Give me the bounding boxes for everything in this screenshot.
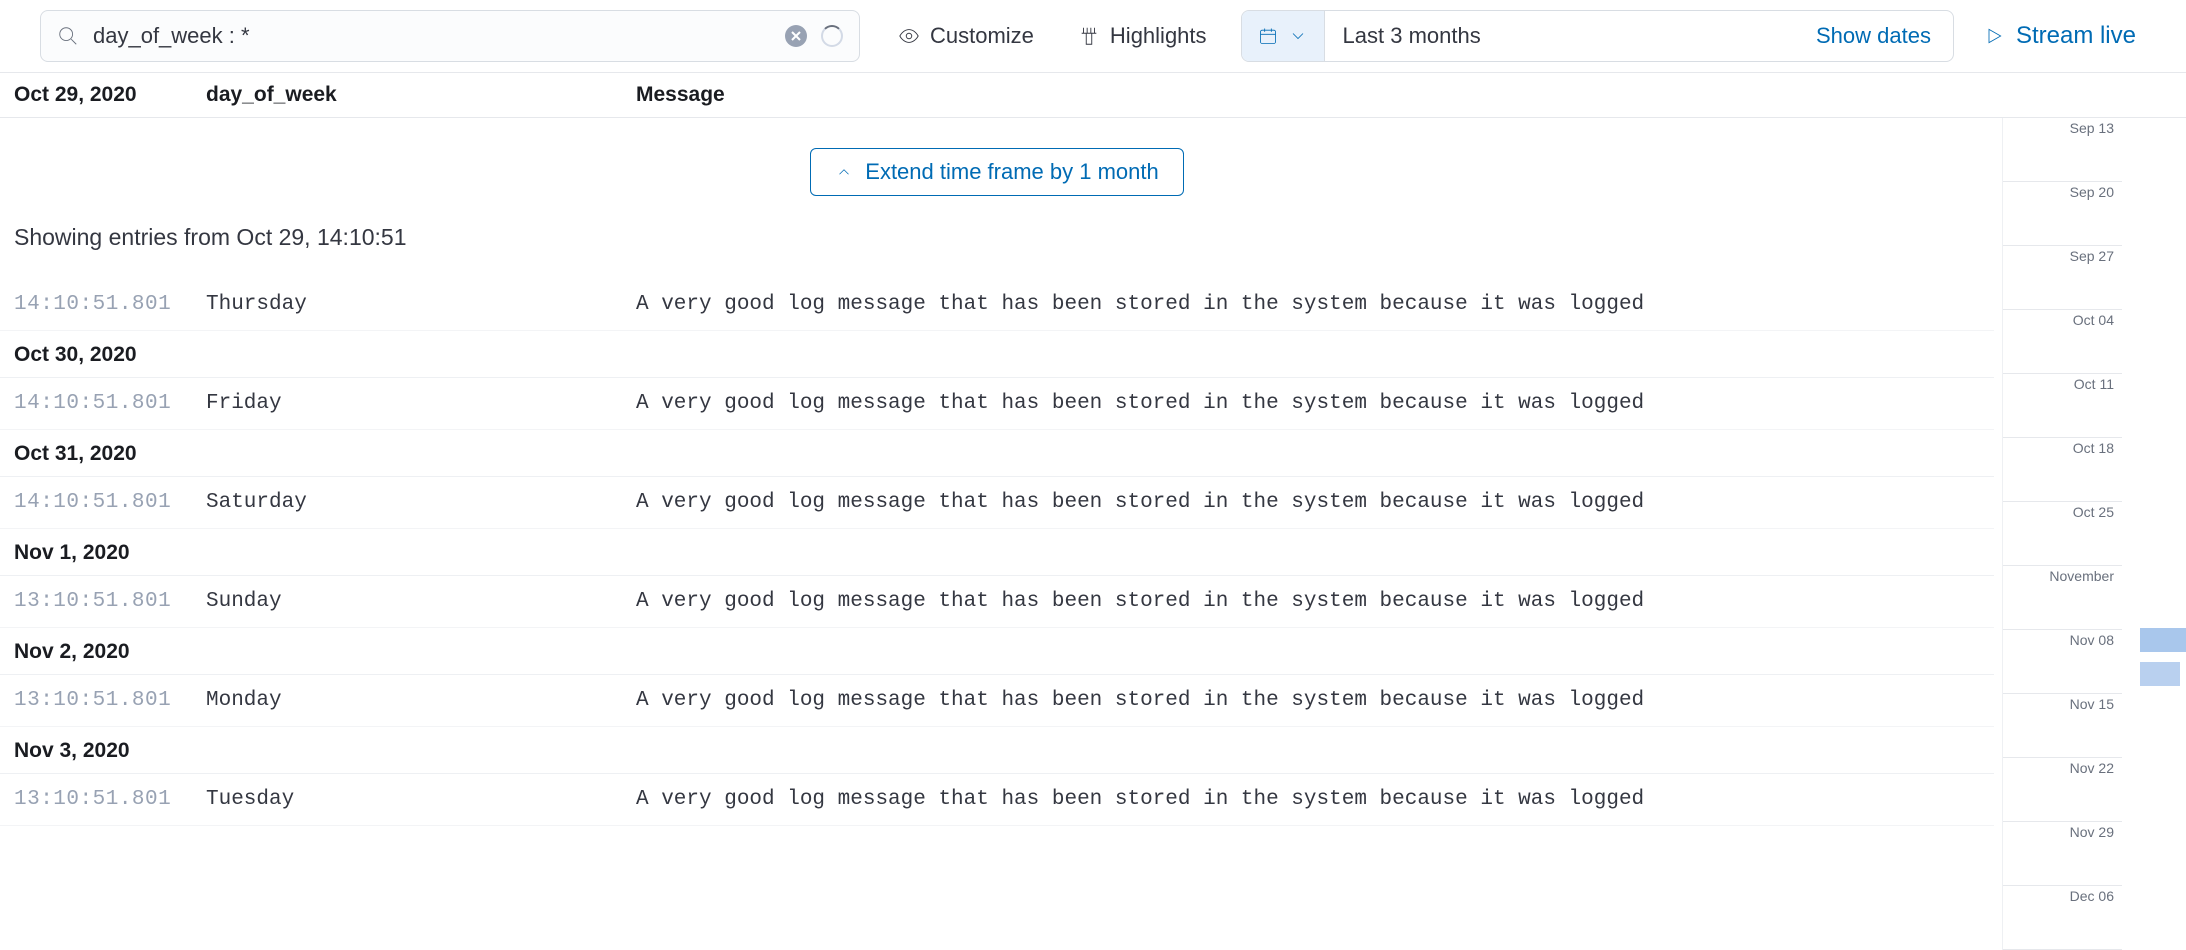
timeline-tick-label: Oct 25 <box>2069 504 2114 520</box>
play-icon <box>1984 26 2004 46</box>
timeline-tick[interactable]: Oct 25 <box>2003 502 2122 566</box>
log-pane: Extend time frame by 1 month Showing ent… <box>0 118 2002 950</box>
date-picker-button[interactable] <box>1242 11 1325 61</box>
log-day-of-week: Tuesday <box>206 788 636 811</box>
timeline-tick-label: Nov 08 <box>2066 632 2114 648</box>
log-timestamp: 14:10:51.801 <box>14 293 206 316</box>
log-row[interactable]: 13:10:51.801SundayA very good log messag… <box>0 576 1994 628</box>
log-day-of-week: Friday <box>206 392 636 415</box>
search-input[interactable] <box>93 23 771 49</box>
timeline-tick[interactable]: Sep 13 <box>2003 118 2122 182</box>
timeline-tick-label: Sep 13 <box>2066 120 2114 136</box>
activity-bar <box>2140 662 2180 686</box>
log-row[interactable]: 13:10:51.801TuesdayA very good log messa… <box>0 774 1994 826</box>
log-message: A very good log message that has been st… <box>636 392 1980 415</box>
extend-timeframe-label: Extend time frame by 1 month <box>865 159 1158 185</box>
activity-edge <box>2122 118 2186 950</box>
date-range-group: Last 3 months Show dates <box>1241 10 1954 62</box>
loading-spinner-icon <box>821 25 843 47</box>
activity-bar <box>2140 628 2186 652</box>
timeline-tick-label: Dec 06 <box>2066 888 2114 904</box>
extend-timeframe-wrap: Extend time frame by 1 month <box>0 118 1994 220</box>
log-timestamp: 14:10:51.801 <box>14 392 206 415</box>
col-header-time[interactable]: Oct 29, 2020 <box>14 83 206 107</box>
showing-entries-text: Showing entries from Oct 29, 14:10:51 <box>0 220 1994 279</box>
timeline-tick-label: Oct 04 <box>2069 312 2114 328</box>
toolbar-right-group: Customize Highlights Last 3 months Show … <box>876 10 2146 62</box>
log-message: A very good log message that has been st… <box>636 491 1980 514</box>
stream-live-button[interactable]: Stream live <box>1954 22 2146 50</box>
timeline-tick-label: Nov 29 <box>2066 824 2114 840</box>
timeline-tick-label: Sep 20 <box>2066 184 2114 200</box>
timeline-tick[interactable]: Sep 27 <box>2003 246 2122 310</box>
timeline-tick[interactable]: Nov 22 <box>2003 758 2122 822</box>
timeline-tick[interactable]: Nov 15 <box>2003 694 2122 758</box>
log-day-of-week: Monday <box>206 689 636 712</box>
timeline-tick[interactable]: Nov 08 <box>2003 630 2122 694</box>
search-field-wrap[interactable] <box>40 10 860 62</box>
timeline-tick-label: Nov 22 <box>2066 760 2114 776</box>
log-day-of-week: Saturday <box>206 491 636 514</box>
log-row[interactable]: 14:10:51.801SaturdayA very good log mess… <box>0 477 1994 529</box>
log-day-of-week: Sunday <box>206 590 636 613</box>
timeline-tick[interactable]: Oct 11 <box>2003 374 2122 438</box>
timeline-tick[interactable]: Oct 18 <box>2003 438 2122 502</box>
clear-search-icon[interactable] <box>785 25 807 47</box>
timeline-tick[interactable]: Oct 04 <box>2003 310 2122 374</box>
customize-label: Customize <box>930 23 1034 49</box>
timeline-minimap[interactable]: Sep 13 Sep 20 Sep 27 Oct 04 Oct 11 Oct 18 Oct … <box>2002 118 2122 950</box>
log-message: A very good log message that has been st… <box>636 590 1980 613</box>
log-row[interactable]: 13:10:51.801MondayA very good log messag… <box>0 675 1994 727</box>
log-timestamp: 14:10:51.801 <box>14 491 206 514</box>
timeline-tick-label: Nov 15 <box>2066 696 2114 712</box>
search-icon <box>57 25 79 47</box>
timeline-tick[interactable]: Sep 20 <box>2003 182 2122 246</box>
top-toolbar: Customize Highlights Last 3 months Show … <box>0 0 2186 73</box>
chevron-down-icon <box>1288 26 1308 46</box>
log-day-of-week: Thursday <box>206 293 636 316</box>
show-dates-button[interactable]: Show dates <box>1794 23 1953 49</box>
col-header-message[interactable]: Message <box>636 83 2172 107</box>
calendar-icon <box>1258 26 1278 46</box>
extend-timeframe-button[interactable]: Extend time frame by 1 month <box>810 148 1183 196</box>
highlights-button[interactable]: Highlights <box>1056 10 1229 62</box>
timeline-tick[interactable]: Nov 29 <box>2003 822 2122 886</box>
timeline-tick-label: Sep 27 <box>2066 248 2114 264</box>
log-timestamp: 13:10:51.801 <box>14 689 206 712</box>
column-header-row: Oct 29, 2020 day_of_week Message <box>0 73 2186 118</box>
day-header: Nov 3, 2020 <box>0 727 1994 774</box>
highlighter-icon <box>1078 25 1100 47</box>
date-range-label[interactable]: Last 3 months <box>1325 23 1794 49</box>
timeline-tick[interactable]: Dec 06 <box>2003 886 2122 950</box>
day-header: Oct 30, 2020 <box>0 331 1994 378</box>
eye-icon <box>898 25 920 47</box>
content-area: Extend time frame by 1 month Showing ent… <box>0 118 2186 950</box>
log-row[interactable]: 14:10:51.801FridayA very good log messag… <box>0 378 1994 430</box>
day-header: Oct 31, 2020 <box>0 430 1994 477</box>
stream-live-label: Stream live <box>2016 22 2136 50</box>
day-header: Nov 1, 2020 <box>0 529 1994 576</box>
log-row[interactable]: 14:10:51.801ThursdayA very good log mess… <box>0 279 1994 331</box>
highlights-label: Highlights <box>1110 23 1207 49</box>
log-message: A very good log message that has been st… <box>636 293 1980 316</box>
day-header: Nov 2, 2020 <box>0 628 1994 675</box>
timeline-tick-label: Oct 11 <box>2070 376 2114 392</box>
timeline-tick-label: Oct 18 <box>2069 440 2114 456</box>
timeline-tick[interactable]: November <box>2003 566 2122 630</box>
log-timestamp: 13:10:51.801 <box>14 590 206 613</box>
col-header-dow[interactable]: day_of_week <box>206 83 636 107</box>
chevron-up-icon <box>835 163 853 181</box>
log-message: A very good log message that has been st… <box>636 788 1980 811</box>
activity-bars <box>2140 628 2186 696</box>
timeline-tick-label: November <box>2045 568 2114 584</box>
log-list: 14:10:51.801ThursdayA very good log mess… <box>0 279 1994 826</box>
customize-button[interactable]: Customize <box>876 10 1056 62</box>
log-timestamp: 13:10:51.801 <box>14 788 206 811</box>
log-message: A very good log message that has been st… <box>636 689 1980 712</box>
